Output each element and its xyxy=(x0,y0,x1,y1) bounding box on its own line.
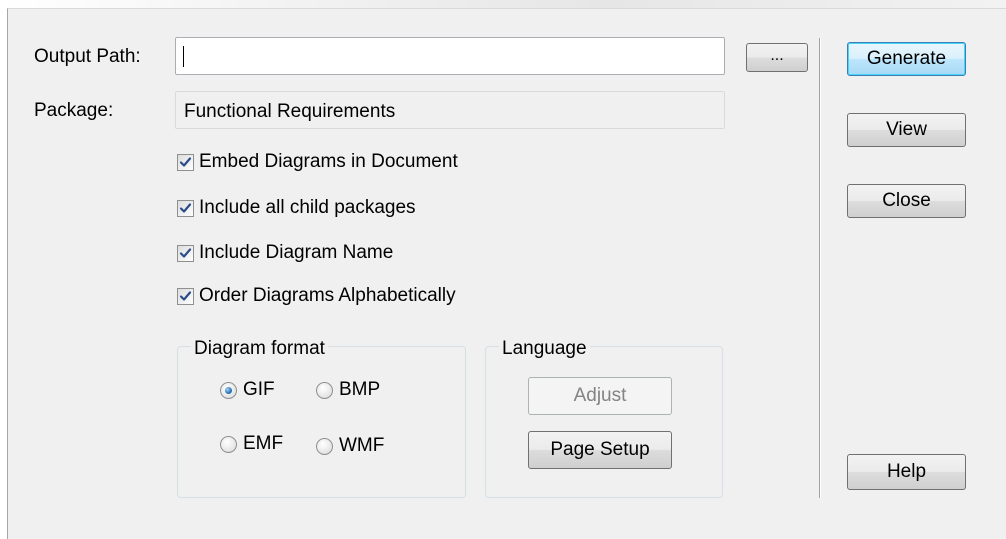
radio-emf[interactable]: EMF xyxy=(220,433,283,455)
help-button[interactable]: Help xyxy=(847,454,966,490)
radio-icon[interactable] xyxy=(316,381,333,399)
checkmark-icon xyxy=(179,202,192,213)
output-path-input[interactable] xyxy=(175,37,725,75)
language-group xyxy=(485,346,723,498)
radio-bmp[interactable]: BMP xyxy=(316,379,380,401)
adjust-button[interactable]: Adjust xyxy=(528,377,672,415)
close-button[interactable]: Close xyxy=(847,184,966,218)
radio-wmf[interactable]: WMF xyxy=(316,435,384,457)
package-field: Functional Requirements xyxy=(175,91,725,129)
option-label: Include Diagram Name xyxy=(199,242,394,263)
radio-selected-icon[interactable] xyxy=(220,381,237,399)
radio-label: BMP xyxy=(339,379,381,400)
radio-label: EMF xyxy=(243,433,284,454)
checkbox-icon[interactable] xyxy=(177,153,194,171)
radio-gif[interactable]: GIF xyxy=(220,379,275,401)
option-label: Include all child packages xyxy=(199,197,416,218)
page-setup-button[interactable]: Page Setup xyxy=(528,431,672,469)
browse-button[interactable]: ... xyxy=(746,43,808,72)
radio-label: GIF xyxy=(243,379,275,400)
window-top-edge xyxy=(0,0,1006,8)
option-label: Embed Diagrams in Document xyxy=(199,151,458,172)
view-button[interactable]: View xyxy=(847,113,966,147)
option-order-alphabetically[interactable]: Order Diagrams Alphabetically xyxy=(177,285,456,307)
diagram-format-group xyxy=(177,346,466,498)
checkbox-icon[interactable] xyxy=(177,244,194,262)
text-caret xyxy=(183,46,184,67)
option-include-diagram-name[interactable]: Include Diagram Name xyxy=(177,242,393,264)
option-label: Order Diagrams Alphabetically xyxy=(199,285,456,306)
checkbox-icon[interactable] xyxy=(177,287,194,305)
checkbox-icon[interactable] xyxy=(177,199,194,217)
radio-icon[interactable] xyxy=(220,435,237,453)
package-value: Functional Requirements xyxy=(184,101,396,122)
diagram-format-title: Diagram format xyxy=(191,339,328,358)
radio-label: WMF xyxy=(339,435,385,456)
generate-button[interactable]: Generate xyxy=(847,42,966,76)
radio-icon[interactable] xyxy=(316,437,333,455)
checkmark-icon xyxy=(179,290,192,301)
output-path-label: Output Path: xyxy=(34,46,141,67)
checkmark-icon xyxy=(179,247,192,258)
checkmark-icon xyxy=(179,156,192,167)
option-embed-diagrams[interactable]: Embed Diagrams in Document xyxy=(177,151,458,173)
package-label: Package: xyxy=(34,100,114,121)
vertical-divider xyxy=(819,38,821,498)
option-include-child-packages[interactable]: Include all child packages xyxy=(177,197,416,219)
language-title: Language xyxy=(499,339,590,358)
